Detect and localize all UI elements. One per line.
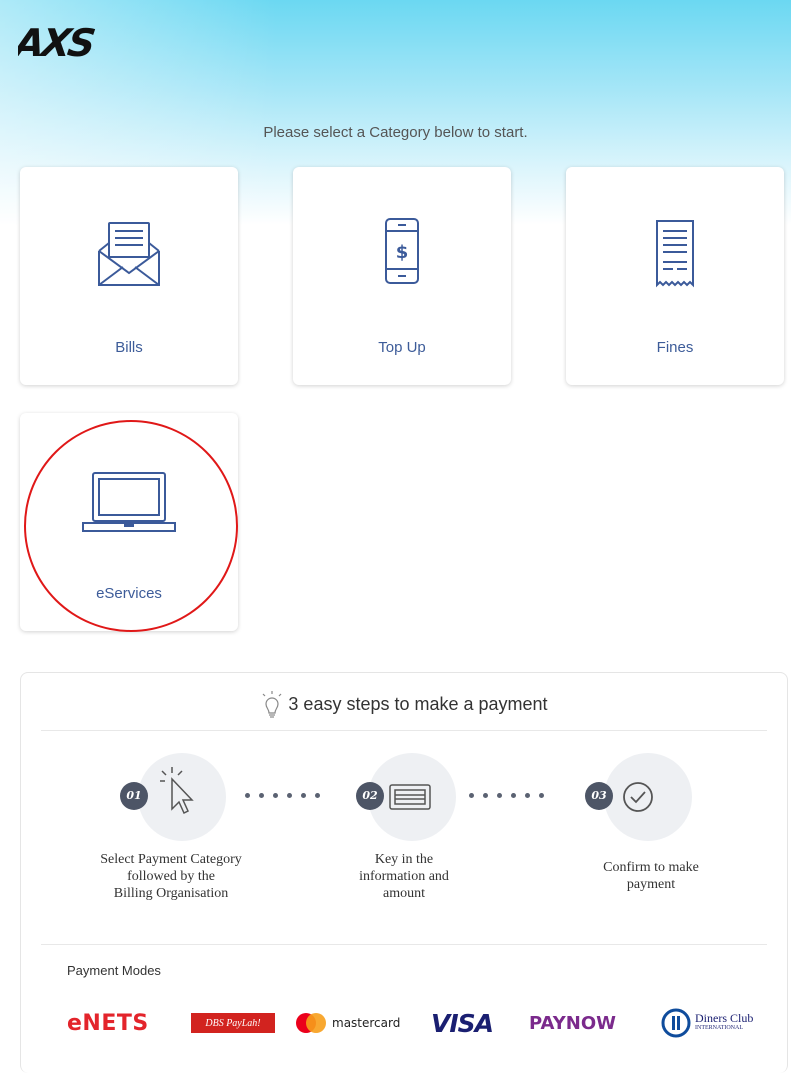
dbs-paylah-logo: DBS PayLah!	[191, 1003, 275, 1043]
step-connector-dots	[469, 793, 544, 799]
paynow-logo: PAYNOW	[529, 1012, 617, 1034]
laptop-icon	[20, 463, 238, 539]
payment-steps-panel: 3 easy steps to make a payment 01 02 03 …	[20, 672, 788, 1073]
step-3-description: Confirm to make payment	[603, 860, 699, 892]
step-number-badge: 02	[356, 782, 384, 810]
payment-modes-row: eNETS DBS PayLah! mastercard VISA PAYNOW	[21, 1003, 787, 1043]
mobile-topup-icon: $	[293, 217, 511, 293]
lightbulb-icon	[262, 691, 282, 718]
category-label: Bills	[115, 339, 143, 356]
category-card-bills[interactable]: Bills	[20, 167, 238, 385]
category-label: eServices	[96, 585, 162, 602]
divider	[41, 944, 767, 945]
receipt-icon	[566, 217, 784, 293]
category-label: Fines	[656, 339, 694, 356]
category-card-top-up[interactable]: $ Top Up	[293, 167, 511, 385]
cursor-click-icon	[160, 767, 194, 815]
payment-modes-label: Payment Modes	[67, 963, 161, 978]
divider	[41, 730, 767, 731]
steps-title-text: 3 easy steps to make a payment	[288, 693, 548, 714]
step-3-circle	[604, 753, 692, 841]
category-label: Top Up	[378, 339, 426, 356]
step-2-description: Key in the information and amount	[359, 852, 449, 901]
page-subtitle: Please select a Category below to start.	[263, 124, 528, 141]
step-number-badge: 03	[585, 782, 613, 810]
svg-text:AXS: AXS	[18, 24, 97, 62]
enets-logo: eNETS	[67, 1010, 149, 1036]
steps-title: 3 easy steps to make a payment	[21, 690, 787, 720]
step-connector-dots	[245, 793, 320, 799]
mastercard-logo: mastercard	[293, 1003, 400, 1043]
axs-logo[interactable]: AXS	[18, 24, 140, 62]
diners-club-logo: Diners Club INTERNATIONAL	[661, 1003, 753, 1043]
category-card-eservices[interactable]: eServices	[20, 413, 238, 631]
visa-logo: VISA	[431, 1008, 494, 1038]
step-number-badge: 01	[120, 782, 148, 810]
step-1-description: Select Payment Category followed by the …	[100, 852, 242, 901]
check-circle-icon	[623, 782, 653, 812]
step-1-circle	[138, 753, 226, 841]
envelope-bill-icon	[20, 217, 238, 293]
svg-text:$: $	[396, 242, 409, 263]
category-card-fines[interactable]: Fines	[566, 167, 784, 385]
